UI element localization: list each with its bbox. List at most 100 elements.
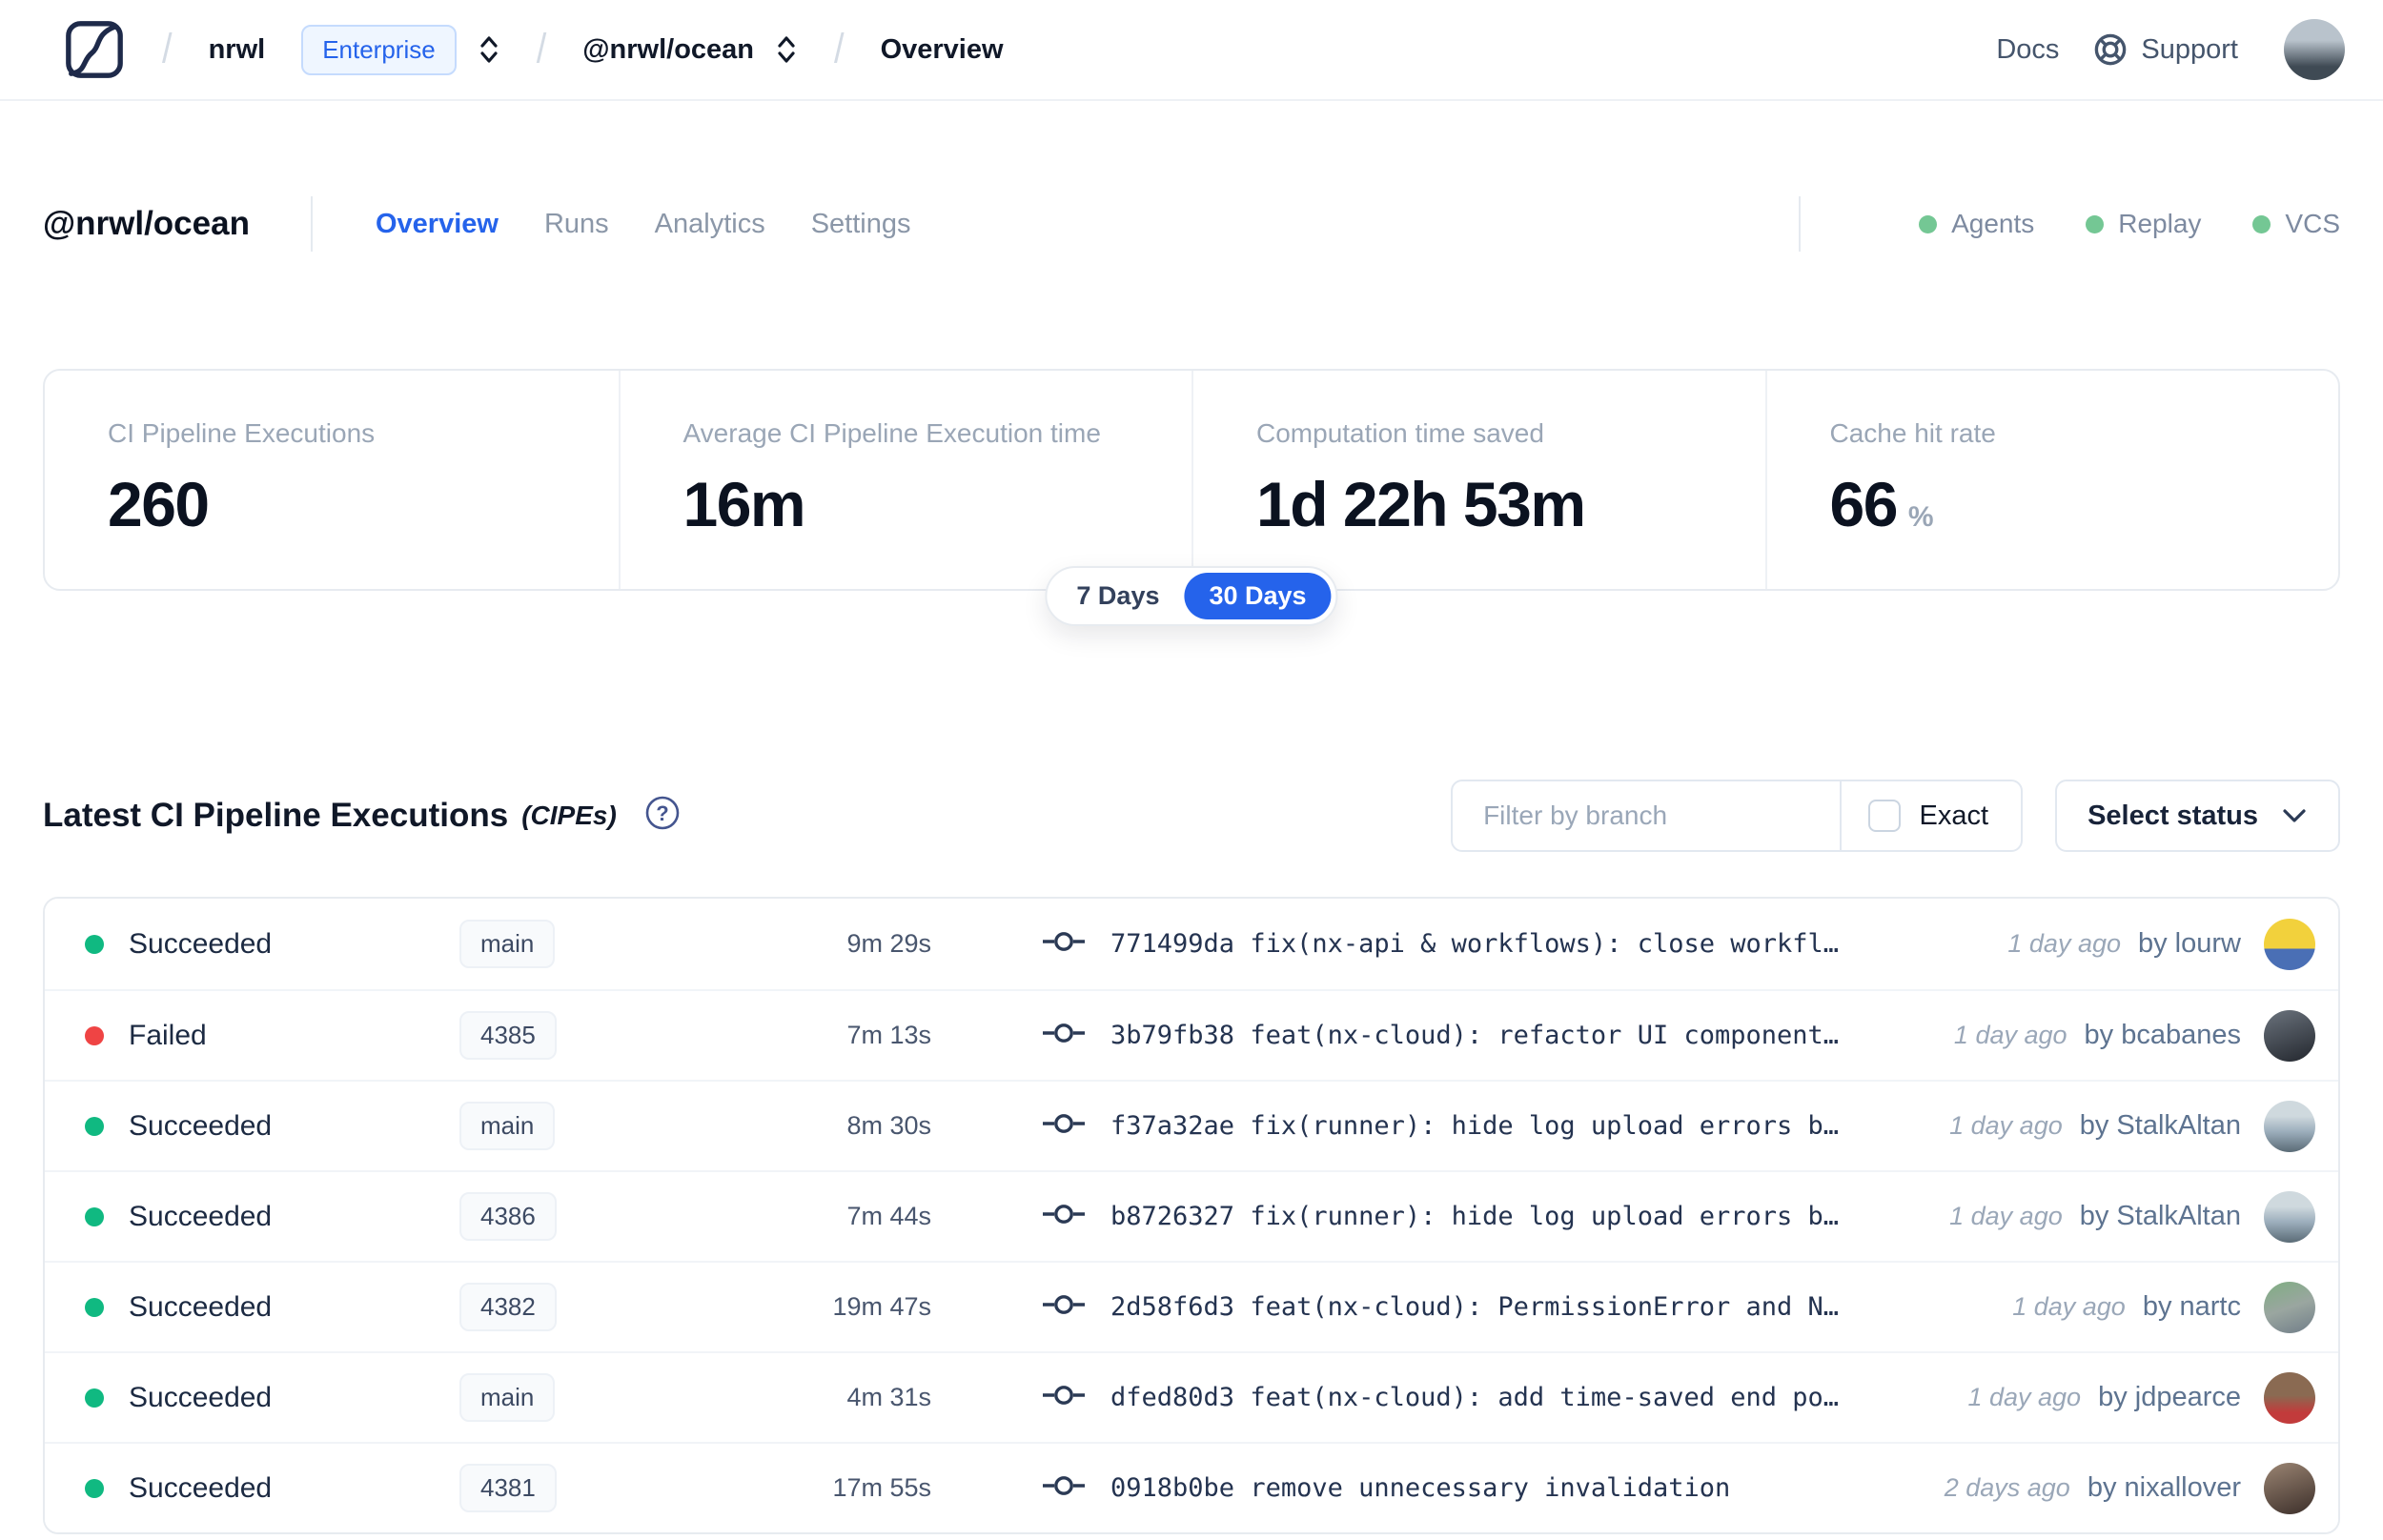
svg-text:?: ? <box>656 801 668 825</box>
git-commit-icon <box>1042 1292 1086 1322</box>
commit-text[interactable]: f37a32ae fix(runner): hide log upload er… <box>1110 1111 1839 1141</box>
user-avatar[interactable] <box>2284 19 2345 80</box>
status-dot-icon <box>85 934 104 954</box>
row-author: by StalkAltan <box>2079 1110 2241 1141</box>
status-agents[interactable]: Agents <box>1919 209 2034 239</box>
git-commit-icon <box>1042 1021 1086 1050</box>
stat-label: Computation time saved <box>1256 418 1544 448</box>
branch-filter-input[interactable] <box>1453 781 1840 850</box>
stat-computation-time-saved: Computation time saved 1d 22h 53m <box>1192 371 1765 589</box>
status-vcs[interactable]: VCS <box>2252 209 2340 239</box>
git-commit-icon <box>1042 1202 1086 1231</box>
commit-text[interactable]: 2d58f6d3 feat(nx-cloud): PermissionError… <box>1110 1292 1839 1322</box>
row-time-ago: 2 days ago <box>1944 1473 2070 1502</box>
row-author: by bcabanes <box>2084 1020 2241 1050</box>
branch-badge[interactable]: main <box>459 1102 556 1150</box>
table-row[interactable]: Succeeded 4381 17m 55s 0918b0be remove u… <box>45 1442 2338 1532</box>
range-30-days-button[interactable]: 30 Days <box>1184 573 1332 619</box>
commit-text[interactable]: dfed80d3 feat(nx-cloud): add time-saved … <box>1110 1383 1839 1412</box>
stat-label: Cache hit rate <box>1829 418 1996 448</box>
commit-text[interactable]: 771499da fix(nx-api & workflows): close … <box>1110 929 1839 959</box>
branch-badge[interactable]: 4385 <box>459 1011 557 1060</box>
life-ring-icon <box>2093 32 2128 67</box>
exact-checkbox[interactable] <box>1867 800 1901 832</box>
breadcrumb-separator: / <box>834 26 845 72</box>
table-row[interactable]: Succeeded main 4m 31s dfed80d3 feat(nx-c… <box>45 1351 2338 1442</box>
row-duration: 9m 29s <box>846 929 931 958</box>
row-author: by jdpearce <box>2098 1382 2241 1412</box>
commit-text[interactable]: 0918b0be remove unnecessary invalidation <box>1110 1473 1730 1503</box>
table-row[interactable]: Succeeded main 9m 29s 771499da fix(nx-ap… <box>45 899 2338 989</box>
page-title: @nrwl/ocean <box>43 205 250 242</box>
table-row[interactable]: Succeeded main 8m 30s f37a32ae fix(runne… <box>45 1080 2338 1170</box>
nx-cloud-app: / nrwl Enterprise / @nrwl/ocean / Overvi… <box>0 0 2383 1540</box>
row-status: Succeeded <box>129 1290 273 1323</box>
author-avatar <box>2264 1281 2315 1333</box>
exact-label: Exact <box>1919 800 1989 831</box>
support-link[interactable]: Support <box>2093 32 2238 67</box>
tab-settings[interactable]: Settings <box>811 209 911 240</box>
branch-badge[interactable]: 4386 <box>459 1192 557 1241</box>
row-duration: 7m 13s <box>846 1021 931 1049</box>
stat-value: 66% <box>1829 469 1934 539</box>
author-avatar <box>2264 918 2315 970</box>
branch-badge[interactable]: 4382 <box>459 1283 557 1331</box>
stat-cache-hit-rate: Cache hit rate 66% <box>1764 371 2339 589</box>
row-duration: 8m 30s <box>846 1111 931 1140</box>
status-dot-icon <box>85 1388 104 1408</box>
green-dot-icon <box>1919 214 1938 233</box>
branch-badge[interactable]: 4381 <box>459 1464 557 1512</box>
docs-link[interactable]: Docs <box>1996 34 2059 66</box>
workspace-header: @nrwl/ocean Overview Runs Analytics Sett… <box>43 183 2340 265</box>
row-author: by nartc <box>2142 1291 2241 1322</box>
org-switcher-chevron-icon[interactable] <box>478 31 500 68</box>
cipe-section-header: Latest CI Pipeline Executions (CIPEs) ? … <box>43 780 2340 852</box>
commit-text[interactable]: 3b79fb38 feat(nx-cloud): refactor UI com… <box>1110 1021 1839 1050</box>
section-title: Latest CI Pipeline Executions <box>43 797 509 834</box>
author-avatar <box>2264 1190 2315 1243</box>
breadcrumb-workspace[interactable]: @nrwl/ocean <box>582 34 754 66</box>
stat-value: 16m <box>682 469 806 539</box>
breadcrumb-org[interactable]: nrwl <box>209 34 266 66</box>
row-status: Succeeded <box>129 1471 273 1504</box>
row-author: by StalkAltan <box>2079 1201 2241 1231</box>
stat-unit: % <box>1907 501 1934 533</box>
range-7-days-button[interactable]: 7 Days <box>1051 573 1184 619</box>
workspace-switcher-chevron-icon[interactable] <box>775 31 798 68</box>
status-replay[interactable]: Replay <box>2086 209 2201 239</box>
branch-badge[interactable]: main <box>459 1373 556 1422</box>
status-dot-icon <box>85 1116 104 1136</box>
table-row[interactable]: Succeeded 4382 19m 47s 2d58f6d3 feat(nx-… <box>45 1261 2338 1351</box>
git-commit-icon <box>1042 1111 1086 1141</box>
status-dot-icon <box>85 1297 104 1317</box>
stat-average-execution-time: Average CI Pipeline Execution time 16m <box>618 371 1192 589</box>
row-duration: 4m 31s <box>846 1383 931 1411</box>
row-duration: 7m 44s <box>846 1202 931 1230</box>
commit-text[interactable]: b8726327 fix(runner): hide log upload er… <box>1110 1202 1839 1231</box>
row-status: Succeeded <box>129 1109 273 1142</box>
tab-runs[interactable]: Runs <box>544 209 609 240</box>
divider <box>310 196 313 252</box>
git-commit-icon <box>1042 929 1086 959</box>
status-replay-label: Replay <box>2118 209 2202 238</box>
row-status: Succeeded <box>129 927 273 960</box>
status-dot-icon <box>85 1025 104 1045</box>
stat-label: Average CI Pipeline Execution time <box>682 418 1101 448</box>
row-time-ago: 1 day ago <box>1967 1383 2082 1411</box>
date-range-toggle: 7 Days 30 Days <box>1045 566 1338 626</box>
table-row[interactable]: Succeeded 4386 7m 44s b8726327 fix(runne… <box>45 1170 2338 1261</box>
help-icon[interactable]: ? <box>643 794 682 832</box>
nx-cloud-logo-icon[interactable] <box>63 18 126 81</box>
row-status: Succeeded <box>129 1200 273 1232</box>
green-dot-icon <box>2086 214 2105 233</box>
table-row[interactable]: Failed 4385 7m 13s 3b79fb38 feat(nx-clou… <box>45 989 2338 1080</box>
enterprise-badge: Enterprise <box>301 24 457 75</box>
branch-badge[interactable]: main <box>459 920 556 968</box>
tab-analytics[interactable]: Analytics <box>655 209 765 240</box>
select-status-label: Select status <box>2088 800 2258 831</box>
tab-overview[interactable]: Overview <box>376 209 499 240</box>
cipe-table: Succeeded main 9m 29s 771499da fix(nx-ap… <box>43 897 2340 1534</box>
author-avatar <box>2264 1462 2315 1514</box>
select-status-dropdown[interactable]: Select status <box>2055 780 2340 852</box>
git-commit-icon <box>1042 1383 1086 1412</box>
